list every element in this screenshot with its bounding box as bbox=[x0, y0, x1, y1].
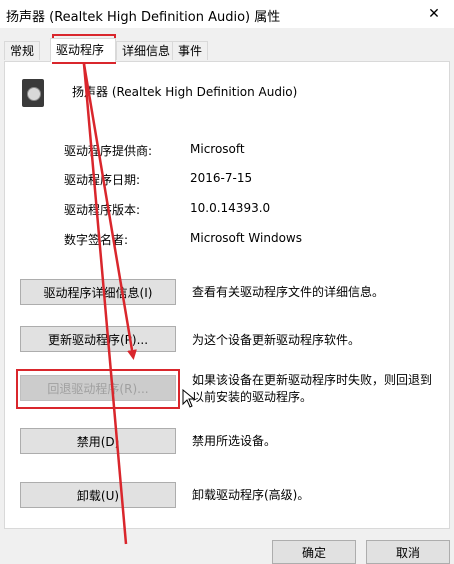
info-label-date: 驱动程序日期: bbox=[64, 173, 141, 187]
update-driver-desc: 为这个设备更新驱动程序软件。 bbox=[192, 333, 361, 347]
info-value-provider: Microsoft bbox=[190, 142, 245, 156]
close-icon[interactable]: ✕ bbox=[414, 0, 454, 28]
title-bar: 扬声器 (Realtek High Definition Audio) 属性 ✕ bbox=[0, 0, 454, 28]
rollback-driver-desc: 如果该设备在更新驱动程序时失败，则回退到以前安装的驱动程序。 bbox=[192, 373, 433, 404]
driver-details-desc: 查看有关驱动程序文件的详细信息。 bbox=[192, 285, 385, 299]
uninstall-driver-desc: 卸载驱动程序(高级)。 bbox=[192, 488, 310, 502]
info-value-version: 10.0.14393.0 bbox=[190, 201, 271, 215]
info-label-version: 驱动程序版本: bbox=[64, 203, 141, 217]
driver-details-button[interactable]: 驱动程序详细信息(I) bbox=[20, 279, 176, 305]
window-title: 扬声器 (Realtek High Definition Audio) 属性 bbox=[6, 10, 281, 25]
info-value-date: 2016-7-15 bbox=[190, 171, 253, 185]
mouse-cursor-icon bbox=[182, 389, 196, 408]
tab-events[interactable]: 事件 bbox=[172, 41, 209, 60]
info-value-signer: Microsoft Windows bbox=[190, 231, 302, 245]
uninstall-driver-button[interactable]: 卸载(U) bbox=[20, 482, 176, 508]
disable-device-button[interactable]: 禁用(D) bbox=[20, 428, 176, 454]
tab-driver[interactable]: 驱动程序 bbox=[50, 38, 116, 62]
device-name: 扬声器 (Realtek High Definition Audio) bbox=[72, 85, 298, 99]
ok-button[interactable]: 确定 bbox=[272, 540, 356, 564]
cancel-button[interactable]: 取消 bbox=[366, 540, 450, 564]
tab-general[interactable]: 常规 bbox=[4, 41, 41, 60]
update-driver-button[interactable]: 更新驱动程序(P)... bbox=[20, 326, 176, 352]
rollback-driver-button[interactable]: 回退驱动程序(R)... bbox=[20, 375, 176, 401]
tab-strip: 常规 驱动程序 详细信息 事件 bbox=[4, 38, 450, 62]
info-label-signer: 数字签名者: bbox=[64, 233, 129, 247]
speaker-icon bbox=[22, 79, 44, 107]
disable-device-desc: 禁用所选设备。 bbox=[192, 434, 277, 448]
info-label-provider: 驱动程序提供商: bbox=[64, 144, 153, 158]
tab-details[interactable]: 详细信息 bbox=[116, 41, 177, 60]
